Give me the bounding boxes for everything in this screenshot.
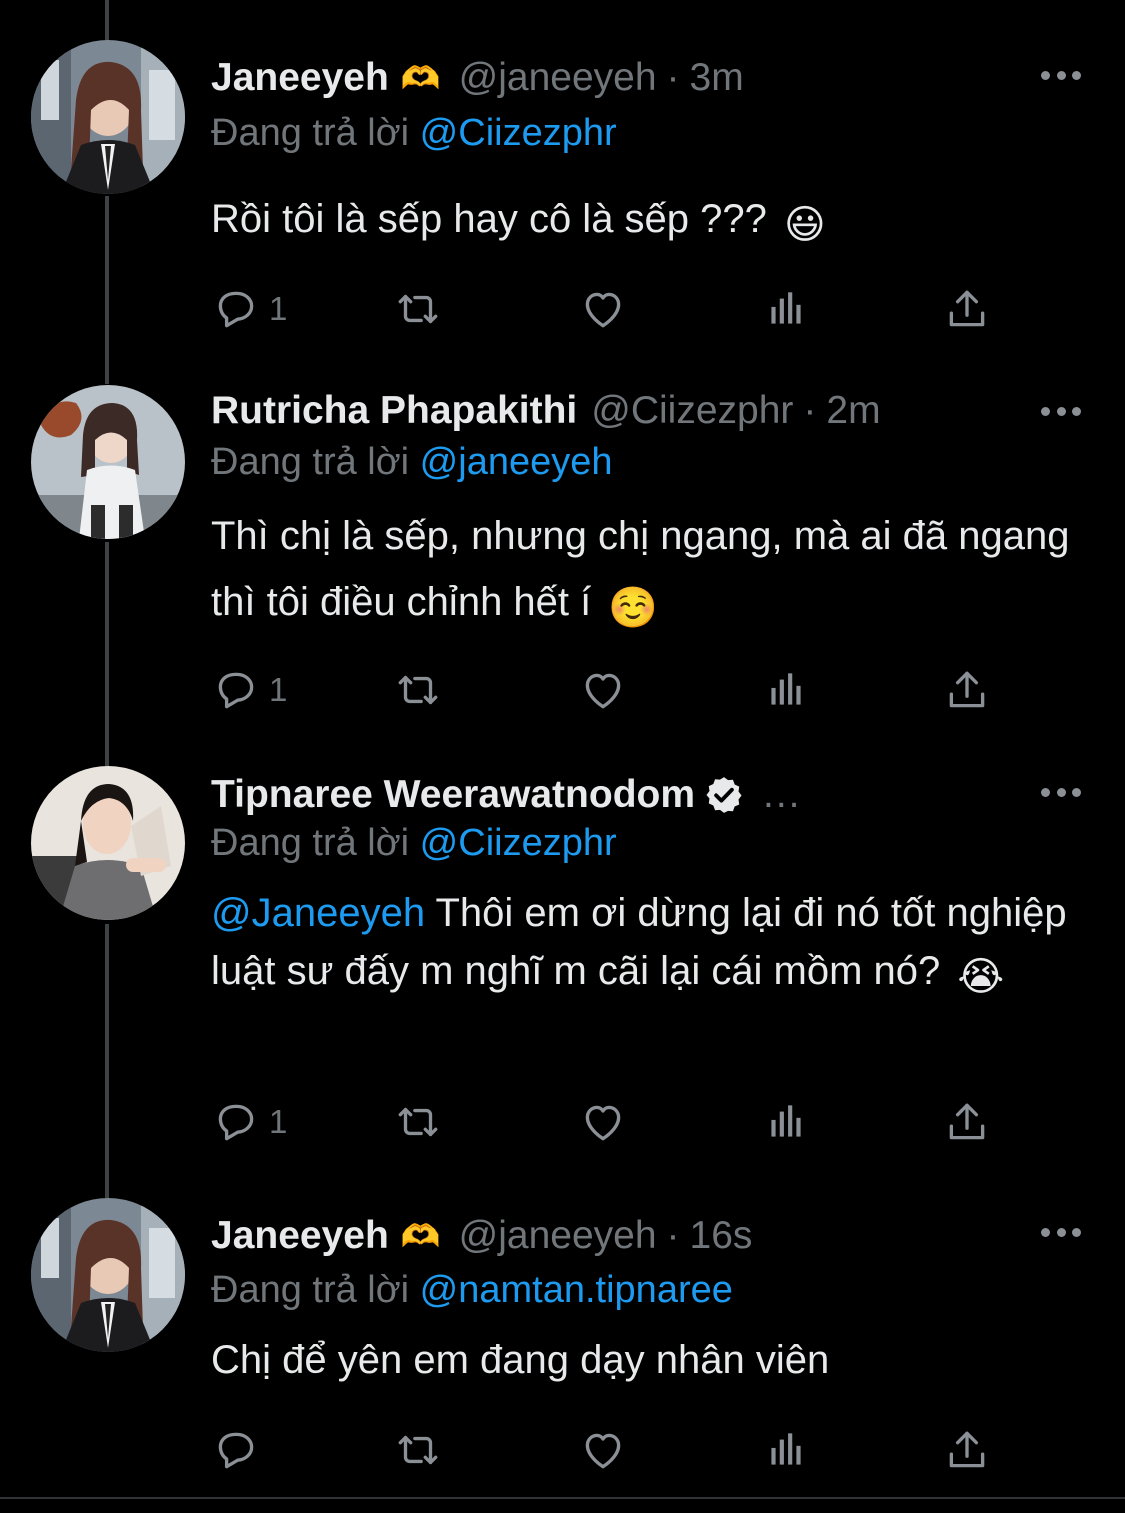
heart-hands-emoji: 🫶 [400,1218,441,1254]
replying-to-label: Đang trả lời [211,1269,410,1311]
heart-icon [585,1433,621,1469]
views-button[interactable] [761,1425,811,1475]
retweet-icon [398,1435,438,1465]
divider [0,1497,1125,1499]
tweet-header: Janeeyeh 🫶 @janeeyeh · 16s [211,1208,752,1264]
retweet-button[interactable] [393,1425,443,1475]
replying-to: Đang trả lời @namtan.tipnaree [211,1269,733,1312]
display-name[interactable]: Janeeyeh [211,1214,389,1258]
tweet-text-content: Chị để yên em đang dạy nhân viên [211,1338,830,1382]
like-button[interactable] [578,1425,628,1475]
user-handle[interactable]: @janeeyeh [459,1214,657,1258]
more-horizontal-icon[interactable] [1041,1225,1081,1239]
reply-button[interactable] [211,1425,269,1475]
separator-dot: · [666,1214,680,1257]
timestamp[interactable]: 16s [690,1214,753,1258]
analytics-bars-icon [771,1433,801,1465]
share-button[interactable] [942,1425,992,1475]
share-upload-icon [949,1431,985,1468]
tweet-text: Chị để yên em đang dạy nhân viên [211,1331,1091,1389]
avatar[interactable] [31,1198,185,1352]
comment-bubble-icon [218,1432,254,1469]
action-bar [211,1425,1011,1475]
reply-to-mention[interactable]: @namtan.tipnaree [420,1269,733,1311]
tweet[interactable]: Janeeyeh 🫶 @janeeyeh · 16s Đang trả lời … [0,0,1125,1497]
